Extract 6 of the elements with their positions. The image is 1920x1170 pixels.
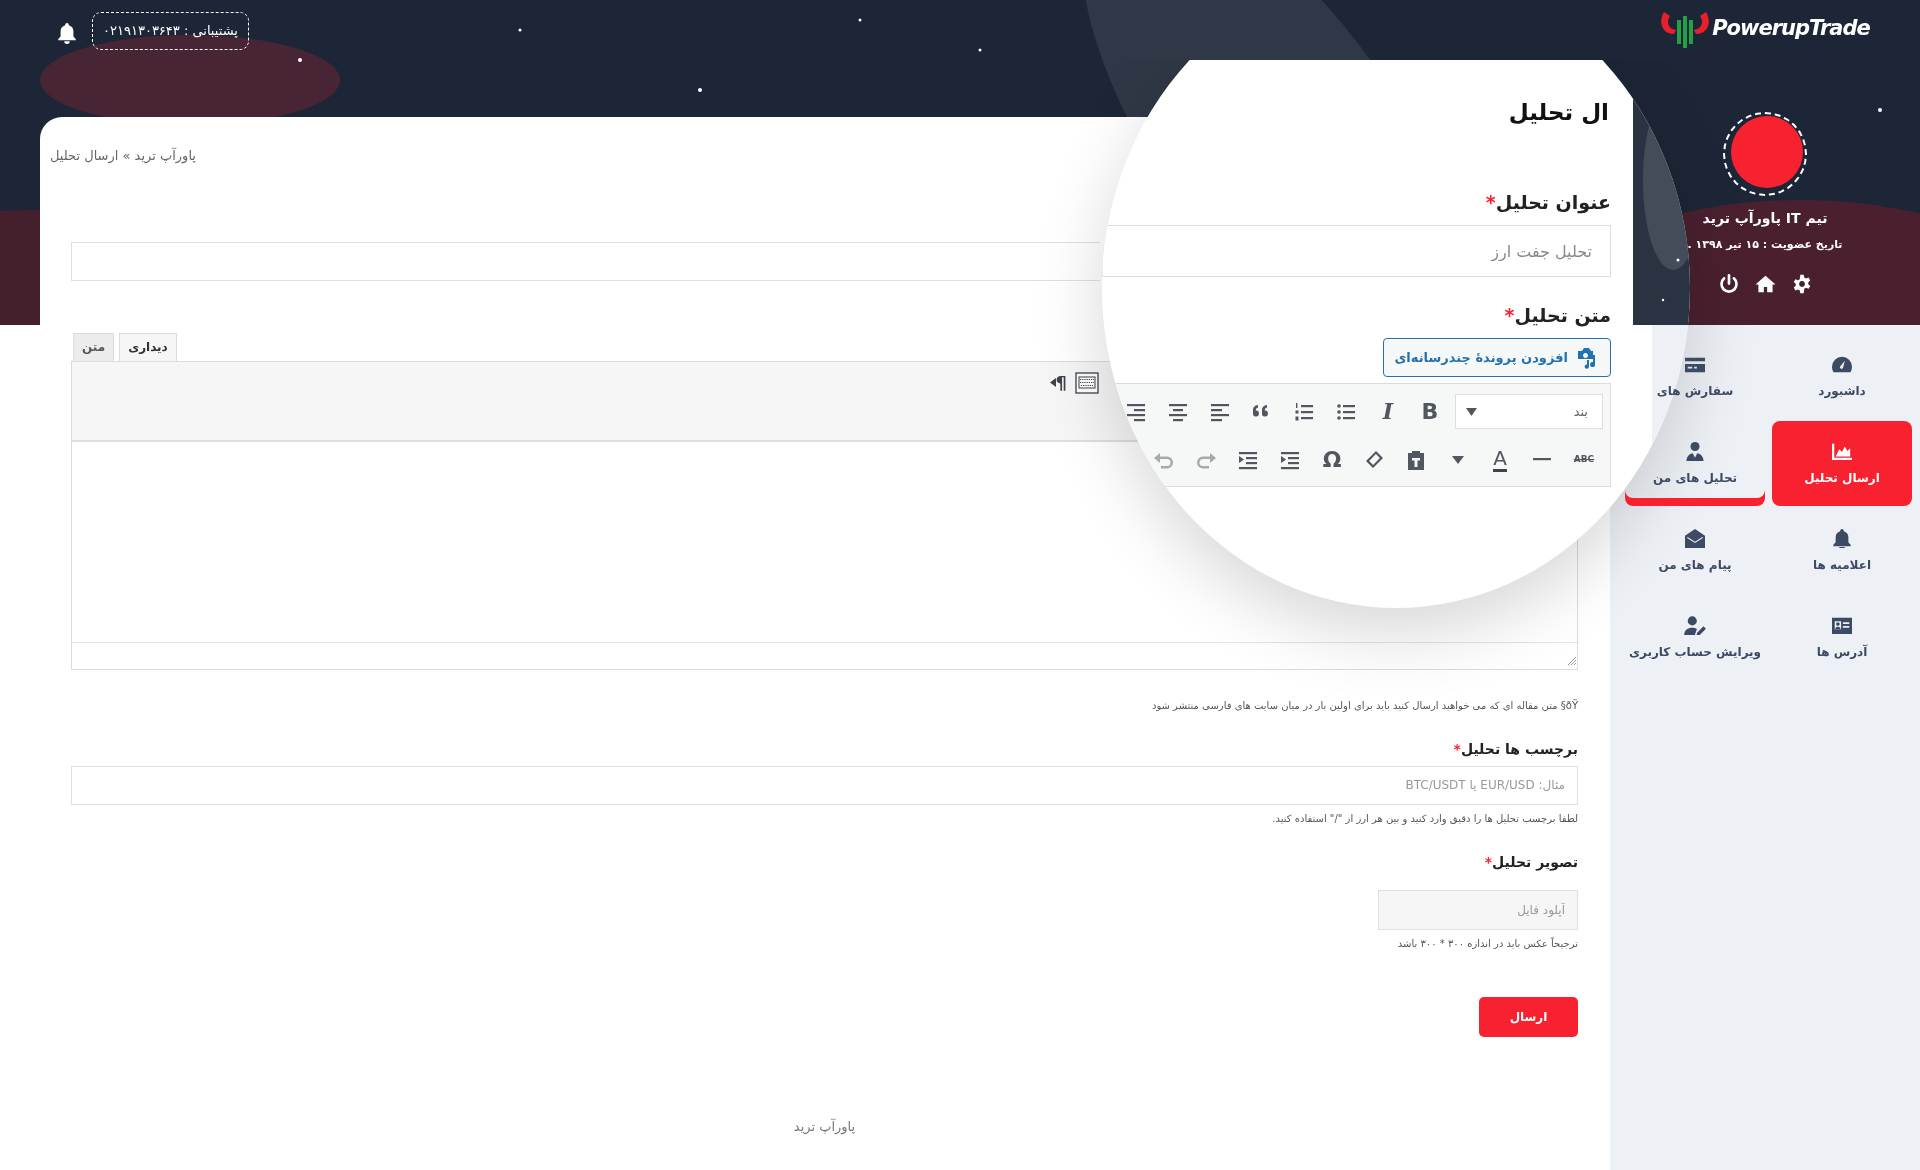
note-text: ðŸ§ متن مقاله ای که می خواهید ارسال کنید باید برای اولین بار در میان سایت های فارسی منتشر شود [1150,698,1578,713]
help-text: ترجیحاً عکس باید در اندازه ۳۰۰ * ۳۰۰ باشد [1396,936,1578,951]
help-text: لطفا برچسب تحلیل ها را دقیق وارد کنید و بین هر ارز از "/" استفاده کنید. [1271,811,1578,826]
field-label: برچسب ها تحلیل* [1452,739,1578,760]
footer-text: پاورآپ ترید [792,1117,857,1136]
field-label: تصویر تحلیل* [1483,852,1578,873]
